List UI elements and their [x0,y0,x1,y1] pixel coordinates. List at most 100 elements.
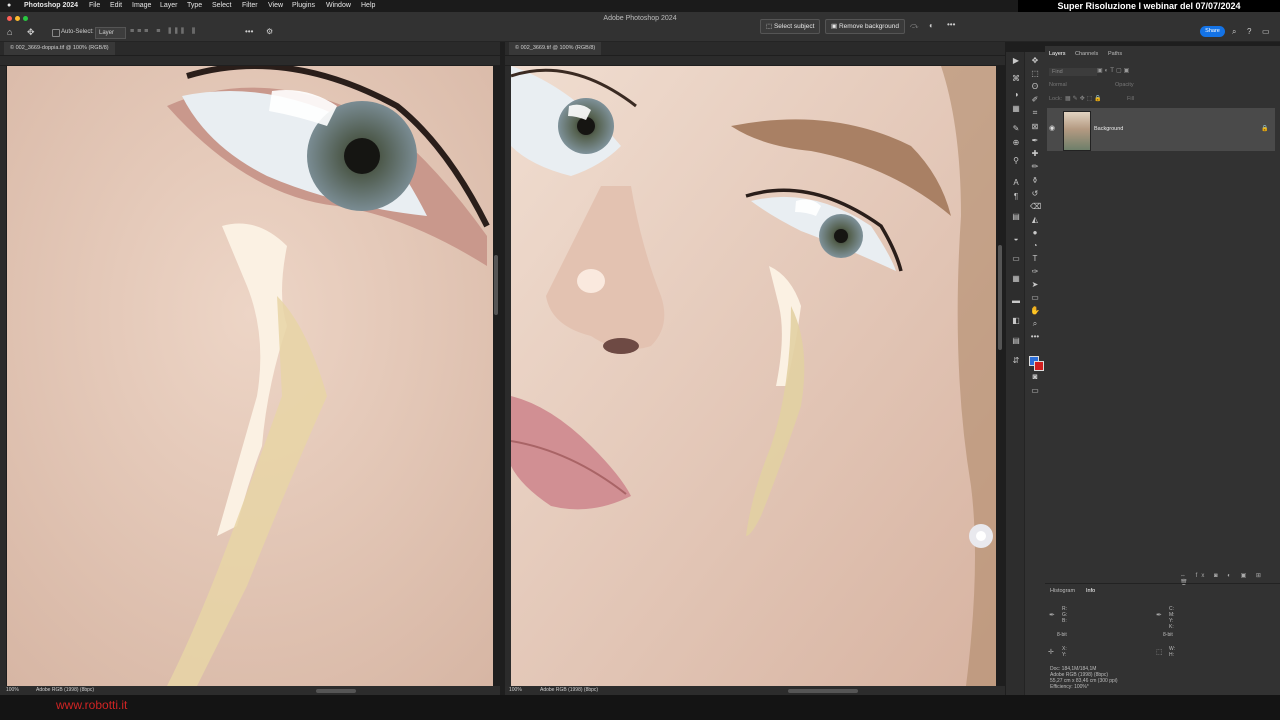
notes-icon[interactable]: ▤ [1011,212,1021,222]
search-icon[interactable]: ⌕ [1232,27,1236,37]
lasso-tool-icon[interactable]: ʘ [1030,82,1040,92]
marquee-tool-icon[interactable]: ⬚ [1030,69,1040,79]
profile-right[interactable]: Adobe RGB (1998) (8bpc) [540,686,598,695]
gear-icon[interactable]: ⚙ [266,27,273,36]
tab-histogram[interactable]: Histogram [1050,588,1075,594]
layer-filter-field[interactable]: Find [1049,68,1097,76]
home-icon[interactable]: ⌂ [7,27,12,37]
timeline-icon[interactable]: ⇵ [1011,356,1021,366]
quick-select-tool-icon[interactable]: ✐ [1030,95,1040,105]
magic-icon[interactable]: ⤼ [910,21,919,31]
minimize-window-icon[interactable] [15,16,20,21]
lock-icons[interactable]: ▦✎✥⬚🔒 [1065,95,1104,102]
canvas-right[interactable] [511,66,996,686]
menu-plugins[interactable]: Plugins [292,0,315,12]
swatches-icon[interactable]: ▦ [1011,274,1021,284]
menu-filter[interactable]: Filter [242,0,258,12]
layer-name[interactable]: Background [1094,126,1123,132]
shape-tool-icon[interactable]: ▭ [1030,293,1040,303]
quick-mask-icon[interactable]: ◙ [1030,372,1040,382]
options-bar: ⌂ ✥ Auto-Select: Layer ≡≡≡ ≡ ⫼⫼⫼ ⫼ ••• ⚙ [0,25,1280,42]
profile-left[interactable]: Adobe RGB (1998) (8bpc) [36,686,94,695]
vscroll-left[interactable] [494,255,498,315]
menu-layer[interactable]: Layer [160,0,178,12]
frame-tool-icon[interactable]: ⊠ [1030,122,1040,132]
menu-help[interactable]: Help [361,0,375,12]
menu-image[interactable]: Image [132,0,151,12]
character-icon[interactable]: A [1011,178,1021,188]
screen-mode-icon[interactable]: ▭ [1030,386,1040,396]
stamp-tool-icon[interactable]: ⚱ [1030,176,1040,186]
tab-info[interactable]: Info [1086,588,1095,594]
align-icons[interactable]: ≡≡≡ ≡ ⫼⫼⫼ ⫼ [130,28,198,36]
background-color-swatch[interactable] [1034,361,1044,371]
menu-app[interactable]: Photoshop 2024 [24,0,78,12]
doc-tab-left[interactable]: © 002_3669-doppia.tif @ 100% (RGB/8) [4,42,115,55]
filter-icons[interactable]: ▣◐T▢▣ [1097,67,1131,74]
auto-select-checkbox[interactable] [52,29,60,37]
actions-icon[interactable]: ◧ [1011,316,1021,326]
tab-paths[interactable]: Paths [1108,51,1122,57]
help-icon[interactable]: ? [1247,27,1251,36]
workspace-icon[interactable]: ▭ [1262,27,1270,36]
share-button[interactable]: Share [1200,26,1225,37]
auto-select-target[interactable]: Layer [95,27,126,39]
move-tool-icon[interactable]: ✥ [1030,56,1040,66]
play-icon[interactable]: ▶ [1011,56,1021,66]
navigator-icon[interactable]: ▭ [1011,254,1021,264]
libraries-icon[interactable]: ▦ [1011,104,1021,114]
lock-icon[interactable]: 🔒 [1261,125,1268,132]
glyphs-icon[interactable]: ◒ [1011,234,1021,244]
menu-type[interactable]: Type [187,0,202,12]
move-tool-icon[interactable]: ✥ [27,27,35,38]
doc-tab-right[interactable]: © 002_3669.tif @ 100% (RGB/8) [509,42,602,55]
menu-select[interactable]: Select [212,0,231,12]
zoom-window-icon[interactable] [23,16,28,21]
eye-icon[interactable]: ◉ [1049,124,1055,132]
history-brush-tool-icon[interactable]: ↺ [1030,189,1040,199]
type-tool-icon[interactable]: T [1030,254,1040,264]
brush-tool-icon[interactable]: ✏ [1030,162,1040,172]
more-icon[interactable]: ••• [947,20,955,29]
select-subject-button[interactable]: ⬚ Select subject [760,19,821,34]
canvas-left[interactable] [7,66,493,686]
menu-file[interactable]: File [89,0,100,12]
tab-layers[interactable]: Layers [1049,51,1066,57]
menu-window[interactable]: Window [326,0,351,12]
healing-tool-icon[interactable]: ✚ [1030,149,1040,159]
blur-tool-icon[interactable]: ● [1030,228,1040,238]
comments-icon[interactable]: ▬ [1011,296,1021,306]
properties-icon[interactable]: ⚲ [1011,156,1021,166]
zoom-left[interactable]: 100% [6,686,19,695]
paragraph-icon[interactable]: ¶ [1011,192,1021,202]
dodge-tool-icon[interactable]: ◔ [1030,241,1040,251]
hand-tool-icon[interactable]: ✋ [1030,306,1040,316]
menu-view[interactable]: View [268,0,283,12]
eraser-tool-icon[interactable]: ⌫ [1030,202,1041,212]
gradient-tool-icon[interactable]: ◭ [1030,215,1040,225]
more-options-icon[interactable]: ••• [245,27,253,36]
crop-tool-icon[interactable]: ⌗ [1030,108,1040,118]
history-icon[interactable]: ⌘ [1011,74,1021,84]
clone-source-icon[interactable]: ⊕ [1011,138,1021,148]
zoom-right[interactable]: 100% [509,686,522,695]
menu-edit[interactable]: Edit [110,0,122,12]
tab-channels[interactable]: Channels [1075,51,1098,57]
adjustments-icon[interactable]: ◑ [1011,90,1021,100]
vscroll-right[interactable] [998,245,1002,350]
remove-background-button[interactable]: ▣ Remove background [825,19,905,34]
zoom-tool-icon[interactable]: ⌕ [1030,319,1040,329]
layer-comps-icon[interactable]: ▤ [1011,336,1021,346]
apple-icon[interactable]: ● [7,0,11,12]
pen-tool-icon[interactable]: ✑ [1030,267,1040,277]
hscroll-left[interactable] [316,689,356,693]
brush-settings-icon[interactable]: ✎ [1011,124,1021,134]
more-tools-icon[interactable]: ••• [1030,332,1040,342]
hscroll-right[interactable] [788,689,858,693]
eyedropper-tool-icon[interactable]: ✒ [1030,136,1040,146]
path-select-tool-icon[interactable]: ➤ [1030,280,1040,290]
contrast-icon[interactable]: ◐ [929,21,934,30]
close-window-icon[interactable] [7,16,12,21]
blend-mode-select[interactable]: Normal [1049,82,1067,88]
auto-select-label: Auto-Select: [61,29,94,35]
